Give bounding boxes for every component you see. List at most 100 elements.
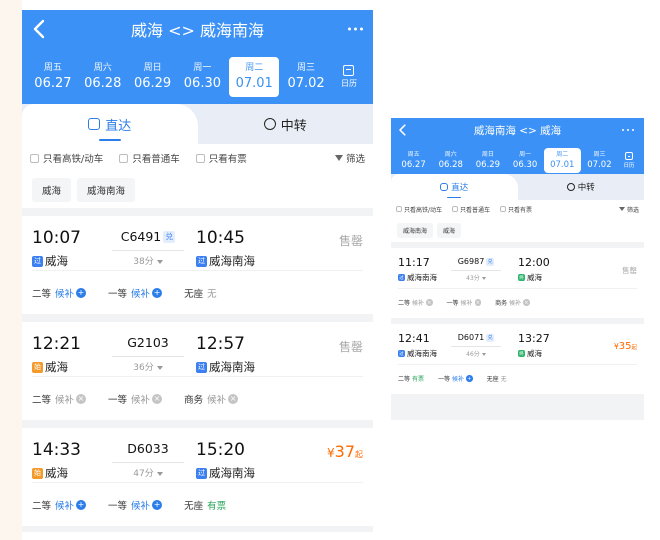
checkbox-icon[interactable] xyxy=(396,206,402,212)
page-title: 威海南海 <> 威海 xyxy=(473,124,562,137)
filter-button[interactable]: 筛选 xyxy=(334,151,365,165)
weekday-label: 周五 xyxy=(407,150,420,158)
duration[interactable]: 36分 xyxy=(112,356,184,373)
seat-first[interactable]: 一等 候补 + xyxy=(108,286,163,300)
seat-status: 候补 xyxy=(460,300,473,307)
duration[interactable]: 38分 xyxy=(112,250,184,267)
tab-indicator xyxy=(98,139,121,141)
back-arrow-icon[interactable] xyxy=(30,18,50,40)
seat-second[interactable]: 二等 候补 + xyxy=(32,498,87,512)
filter-panel: 只看高铁/动车 只看普通车 只看有票 筛选 威海 威海南海 xyxy=(22,144,373,208)
arrival-station: 过威海南海 xyxy=(196,465,255,481)
checkbox-icon[interactable] xyxy=(500,206,507,212)
filter-high-speed[interactable]: 只看高铁/动车 xyxy=(396,205,442,214)
date-tab[interactable]: 周一 06.30 xyxy=(177,57,227,97)
date-tab[interactable]: 周三 07.02 xyxy=(581,148,618,173)
seat-name: 一等 xyxy=(108,288,128,300)
date-tab[interactable]: 周五 06.27 xyxy=(28,57,78,97)
seat-second[interactable]: 二等 有票 xyxy=(398,374,424,383)
duration[interactable]: 47分 xyxy=(112,462,184,479)
tab-direct[interactable]: 直达 xyxy=(391,174,518,200)
date-tab[interactable]: 周五 06.27 xyxy=(395,148,432,173)
sold-out-label: 售罄 xyxy=(338,234,363,248)
checkbox-icon[interactable] xyxy=(30,153,39,163)
departure-station-name: 威海 xyxy=(45,466,68,480)
filter-available[interactable]: 只看有票 xyxy=(500,205,532,214)
filter-button-label: 筛选 xyxy=(626,206,639,214)
filter-label: 只看有票 xyxy=(208,154,247,165)
station-chip[interactable]: 威海 xyxy=(32,178,72,202)
train-card[interactable]: 11:17 过威海南海 G6987 兑 43分 12:00 终威海 售罄 二等 候补… xyxy=(391,248,644,318)
duration-text: 43分 xyxy=(466,275,480,282)
sold-out-label: 售罄 xyxy=(622,266,637,275)
filter-label: 只看有票 xyxy=(508,206,533,214)
seat-first: 一等 候补 × xyxy=(108,392,163,406)
date-tab[interactable]: 周三 07.02 xyxy=(281,57,331,97)
disabled-icon: × xyxy=(152,393,163,404)
departure: 11:17 过威海南海 xyxy=(398,256,437,283)
train-card[interactable]: 12:21 始威海 G2103 36分 12:57 过威海南海 售罄 二等 候补 × xyxy=(22,322,373,420)
duration[interactable]: 43分 xyxy=(451,270,501,282)
weekday-label: 周二 xyxy=(245,63,264,73)
date-tab[interactable]: 周一 06.30 xyxy=(507,148,544,173)
duration-text: 38分 xyxy=(133,257,154,267)
sold-out-label: 售罄 xyxy=(338,340,363,354)
station-chip[interactable]: 威海南海 xyxy=(77,178,136,202)
filter-high-speed[interactable]: 只看高铁/动车 xyxy=(30,151,103,165)
seat-second: 二等 候补 × xyxy=(32,392,87,406)
arrival-station-name: 威海 xyxy=(527,349,542,358)
date-tab[interactable]: 周日 06.29 xyxy=(128,57,178,97)
train-number-text: C6491 xyxy=(120,229,162,244)
station-chip[interactable]: 威海南海 xyxy=(397,222,434,238)
chevron-down-icon xyxy=(156,365,163,370)
seat-name: 二等 xyxy=(398,300,411,307)
price-value: 35 xyxy=(618,341,632,352)
station-chip[interactable]: 威海 xyxy=(437,222,462,238)
train-icon xyxy=(440,183,449,191)
more-icon[interactable] xyxy=(622,129,634,131)
date-tab[interactable]: 周日 06.29 xyxy=(469,148,506,173)
tab-transfer-label: 中转 xyxy=(577,183,595,193)
train-card[interactable]: 14:33 始威海 D6033 47分 15:20 过威海南海 ¥37起 二等候… xyxy=(22,428,373,526)
tab-transfer[interactable]: 中转 xyxy=(517,174,644,200)
tab-direct-label: 直达 xyxy=(451,183,469,193)
tab-direct-label: 直达 xyxy=(105,118,132,134)
date-label: 06.29 xyxy=(133,76,172,91)
departure-time: 12:21 xyxy=(32,334,81,354)
departure-time: 14:33 xyxy=(32,440,81,460)
date-label: 06.30 xyxy=(183,76,221,91)
page-title: 威海 <> 威海南海 xyxy=(131,21,264,40)
date-tab[interactable]: 周六 06.28 xyxy=(432,148,469,173)
calendar-button[interactable]: 日历 xyxy=(618,151,640,169)
date-tab-selected[interactable]: 周二 07.01 xyxy=(543,147,581,173)
seat-second[interactable]: 二等 候补 + xyxy=(32,286,87,300)
filter-button[interactable]: 筛选 xyxy=(618,205,639,214)
date-tab-selected[interactable]: 周二 07.01 xyxy=(229,57,280,97)
seat-first[interactable]: 一等 候补 + xyxy=(108,498,163,512)
departure: 12:41 过威海南海 xyxy=(398,332,437,359)
seat-name: 无座 xyxy=(486,376,499,383)
calendar-button[interactable]: 日历 xyxy=(331,65,367,89)
date-tab[interactable]: 周六 06.28 xyxy=(78,57,128,97)
filter-normal[interactable]: 只看普通车 xyxy=(119,151,180,165)
more-icon[interactable] xyxy=(348,27,363,31)
duration[interactable]: 46分 xyxy=(451,346,501,358)
filter-available[interactable]: 只看有票 xyxy=(195,151,247,165)
seat-status: 候补 xyxy=(131,500,151,512)
tab-transfer[interactable]: 中转 xyxy=(197,104,373,144)
checkbox-icon[interactable] xyxy=(452,206,459,212)
price-suffix: 起 xyxy=(631,345,637,351)
weekday-label: 周日 xyxy=(143,63,162,73)
seat-name: 无座 xyxy=(184,500,204,512)
checkbox-icon[interactable] xyxy=(195,153,205,163)
train-card[interactable]: 10:07 过威海 C6491 兑 38分 10:45 过威海南海 售罄 二等 候补… xyxy=(22,216,373,314)
filter-normal[interactable]: 只看普通车 xyxy=(452,205,490,214)
seat-standing: 无座无 xyxy=(487,374,507,383)
checkbox-icon[interactable] xyxy=(119,153,129,163)
tab-direct[interactable]: 直达 xyxy=(22,104,198,144)
departure-station: 始威海 xyxy=(32,359,81,375)
back-arrow-icon[interactable] xyxy=(397,123,409,137)
train-card[interactable]: 12:41 过威海南海 D6071 兑 46分 13:27 终威海 ¥35起 二等… xyxy=(391,324,644,394)
seat-first[interactable]: 一等 候补 + xyxy=(438,374,473,383)
seat-standing[interactable]: 无座 有票 xyxy=(184,498,226,512)
